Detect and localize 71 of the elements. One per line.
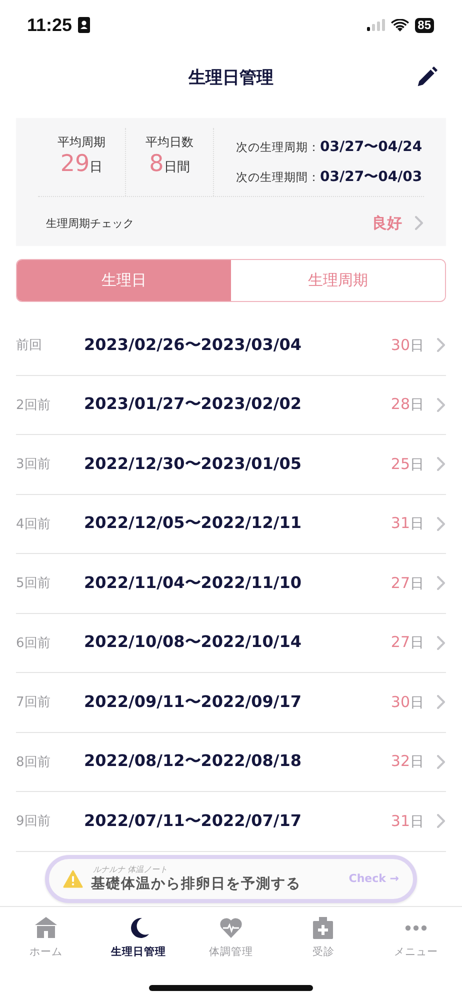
period-row[interactable]: 8回前 2022/08/12〜2022/08/18 32 日 bbox=[16, 732, 446, 792]
period-label: 前回 bbox=[16, 337, 43, 354]
nav-item[interactable]: 生理日管理 bbox=[92, 906, 185, 976]
promo-banner[interactable]: ルナルナ 体温ノート 基礎体温から排卵日を予測する Check → bbox=[45, 854, 417, 902]
medical-kit-icon bbox=[311, 916, 336, 940]
next-date: 03/27〜04/24 bbox=[320, 138, 422, 156]
heart-pulse-icon bbox=[219, 916, 244, 940]
chevron-right-icon bbox=[436, 516, 446, 531]
next-label: 次の生理期間： bbox=[236, 170, 320, 185]
period-label: 6回前 bbox=[16, 634, 52, 652]
next-date: 03/27〜04/03 bbox=[320, 168, 422, 186]
date-range: 2022/09/11〜2022/09/17 bbox=[84, 692, 302, 713]
chevron-right-icon bbox=[436, 754, 446, 769]
day-count: 32 日 bbox=[390, 752, 424, 772]
chevron-right-icon bbox=[436, 457, 446, 472]
day-count: 31 日 bbox=[390, 514, 424, 534]
period-row[interactable]: 3回前 2022/12/30〜2023/01/05 25 日 bbox=[16, 435, 446, 494]
period-label: 7回前 bbox=[16, 694, 52, 712]
chevron-right-icon bbox=[436, 398, 446, 412]
period-label: 9回前 bbox=[16, 813, 52, 830]
period-row[interactable]: 7回前 2022/09/11〜2022/09/17 30 日 bbox=[16, 673, 446, 732]
pencil-icon[interactable] bbox=[416, 66, 438, 88]
chevron-right-icon bbox=[436, 636, 446, 650]
chevron-right-icon bbox=[436, 814, 446, 828]
day-count: 30 日 bbox=[390, 336, 424, 355]
screen-title: 生理日管理 bbox=[188, 67, 274, 89]
date-range: 2023/01/27〜2023/02/02 bbox=[84, 394, 302, 416]
banner-caption: ルナルナ 体温ノート bbox=[92, 864, 169, 875]
period-row[interactable]: 4回前 2022/12/05〜2022/12/11 31 日 bbox=[16, 494, 446, 554]
house-icon bbox=[34, 916, 58, 940]
signal-icon bbox=[366, 19, 385, 31]
period-label: 5回前 bbox=[16, 575, 52, 592]
date-range: 2022/07/11〜2022/07/17 bbox=[84, 810, 302, 832]
period-row[interactable]: 前回 2023/02/26〜2023/03/04 30 日 bbox=[16, 316, 446, 376]
clock-time: 11:25 bbox=[27, 14, 72, 36]
date-range: 2022/08/12〜2022/08/18 bbox=[84, 751, 302, 772]
chevron-right-icon bbox=[436, 576, 446, 590]
day-count: 30 日 bbox=[390, 692, 424, 712]
period-row[interactable]: 5回前 2022/11/04〜2022/11/10 27 日 bbox=[16, 554, 446, 614]
chevron-right-icon bbox=[436, 338, 446, 352]
stat-value: 29 日 bbox=[60, 151, 103, 177]
date-range: 2023/02/26〜2023/03/04 bbox=[84, 334, 302, 356]
check-result: 良好 bbox=[372, 214, 402, 232]
warning-icon bbox=[63, 870, 83, 888]
period-label: 2回前 bbox=[16, 396, 52, 414]
day-count: 27 日 bbox=[390, 633, 424, 652]
stat-value: 8 日間 bbox=[149, 151, 190, 177]
date-range: 2022/11/04〜2022/11/10 bbox=[84, 572, 302, 594]
date-range: 2022/10/08〜2022/10/14 bbox=[84, 632, 302, 654]
chevron-right-icon bbox=[436, 695, 446, 710]
contact-card-icon bbox=[78, 17, 90, 33]
day-count: 27 日 bbox=[390, 574, 424, 593]
wifi-icon bbox=[390, 18, 409, 32]
period-row[interactable]: 9回前 2022/07/11〜2022/07/17 31 日 bbox=[16, 792, 446, 852]
day-count: 25 日 bbox=[390, 454, 424, 474]
next-label: 次の生理周期： bbox=[236, 140, 320, 155]
period-label: 8回前 bbox=[16, 754, 52, 771]
period-row[interactable]: 2回前 2023/01/27〜2023/02/02 28 日 bbox=[16, 376, 446, 435]
day-count: 31 日 bbox=[390, 812, 424, 831]
date-range: 2022/12/05〜2022/12/11 bbox=[84, 513, 302, 534]
period-label: 4回前 bbox=[16, 516, 52, 533]
stat-label: 平均周期 bbox=[58, 134, 106, 151]
more-icon bbox=[404, 924, 428, 930]
day-count: 28 日 bbox=[390, 395, 424, 414]
stat-label: 平均日数 bbox=[146, 134, 194, 151]
period-row[interactable]: 6回前 2022/10/08〜2022/10/14 27 日 bbox=[16, 614, 446, 673]
period-label: 3回前 bbox=[16, 456, 52, 474]
date-range: 2022/12/30〜2023/01/05 bbox=[84, 454, 302, 475]
banner-text: 基礎体温から排卵日を予測する bbox=[91, 875, 302, 893]
battery-level: 85 bbox=[414, 18, 434, 32]
check-label: 生理周期チェック bbox=[46, 216, 134, 230]
